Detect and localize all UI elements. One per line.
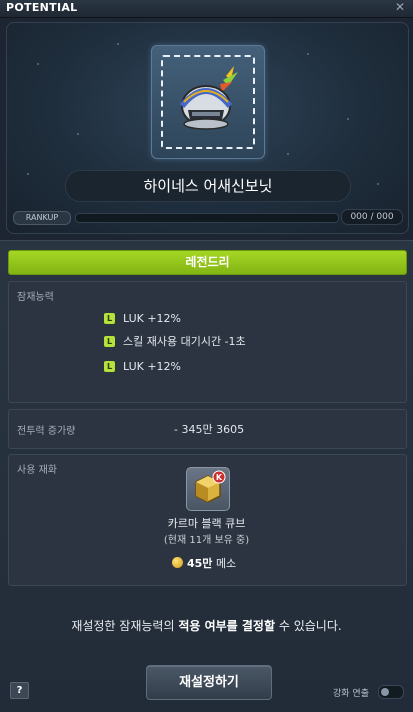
potential-line-text: 스킬 재사용 대기시간 -1초 [123, 335, 246, 348]
close-icon[interactable]: ✕ [395, 0, 405, 14]
notice-prefix: 재설정한 잠재능력의 [71, 619, 175, 633]
grade-bar: 레전드리 [8, 250, 407, 275]
legendary-badge-icon: L [104, 313, 115, 324]
karma-black-cube-icon: K [186, 467, 230, 511]
meso-amount: 45만 [187, 557, 213, 570]
title-bar: POTENTIAL ✕ [0, 0, 413, 18]
potential-line-text: LUK +12% [123, 312, 182, 325]
material-name: 카르마 블랙 큐브 [167, 517, 246, 530]
meso-coin-icon [172, 557, 183, 568]
effect-toggle-label: 강화 연출 [333, 689, 369, 699]
potential-line: L LUK +12% [104, 360, 181, 374]
notice-suffix: 수 있습니다. [278, 619, 342, 633]
potential-line: L LUK +12% [104, 312, 181, 326]
notice-bold: 적용 여부를 결정할 [178, 619, 276, 633]
combat-power-box: 전투력 증가량 - 345만 3605 [8, 409, 407, 449]
rankup-value: 000 / 000 [341, 209, 403, 225]
rankup-label: RANKUP [13, 211, 71, 225]
combat-power-value: - 345만 3605 [174, 423, 245, 436]
window-title: POTENTIAL [6, 1, 78, 14]
effect-toggle[interactable] [378, 685, 404, 699]
item-slot [151, 45, 265, 159]
meso-unit: 메소 [215, 557, 237, 570]
rankup-progress-bar [75, 213, 339, 223]
potential-label: 잠재능력 [17, 292, 54, 303]
potential-box: 잠재능력 L LUK +12% L 스킬 재사용 대기시간 -1초 L LUK +12… [8, 281, 407, 403]
toggle-knob [381, 688, 389, 696]
combat-power-label: 전투력 증가량 [17, 426, 76, 437]
svg-text:K: K [216, 473, 223, 482]
legendary-badge-icon: L [104, 361, 115, 372]
meso-cost: 45만 메소 [172, 555, 236, 571]
item-name: 하이네스 어새신보닛 [65, 170, 351, 202]
helmet-icon [179, 66, 238, 130]
item-display: 하이네스 어새신보닛 RANKUP 000 / 000 [6, 22, 409, 234]
material-label: 사용 재화 [17, 465, 57, 476]
reset-button[interactable]: 재설정하기 [146, 665, 272, 700]
help-button[interactable]: ? [10, 682, 29, 699]
material-count: (현재 11개 보유 중) [163, 535, 250, 546]
potential-line-text: LUK +12% [123, 360, 182, 373]
legendary-badge-icon: L [104, 336, 115, 347]
potential-line: L 스킬 재사용 대기시간 -1초 [104, 335, 246, 349]
notice-text: 재설정한 잠재능력의 적용 여부를 결정할 수 있습니다. [0, 617, 413, 634]
